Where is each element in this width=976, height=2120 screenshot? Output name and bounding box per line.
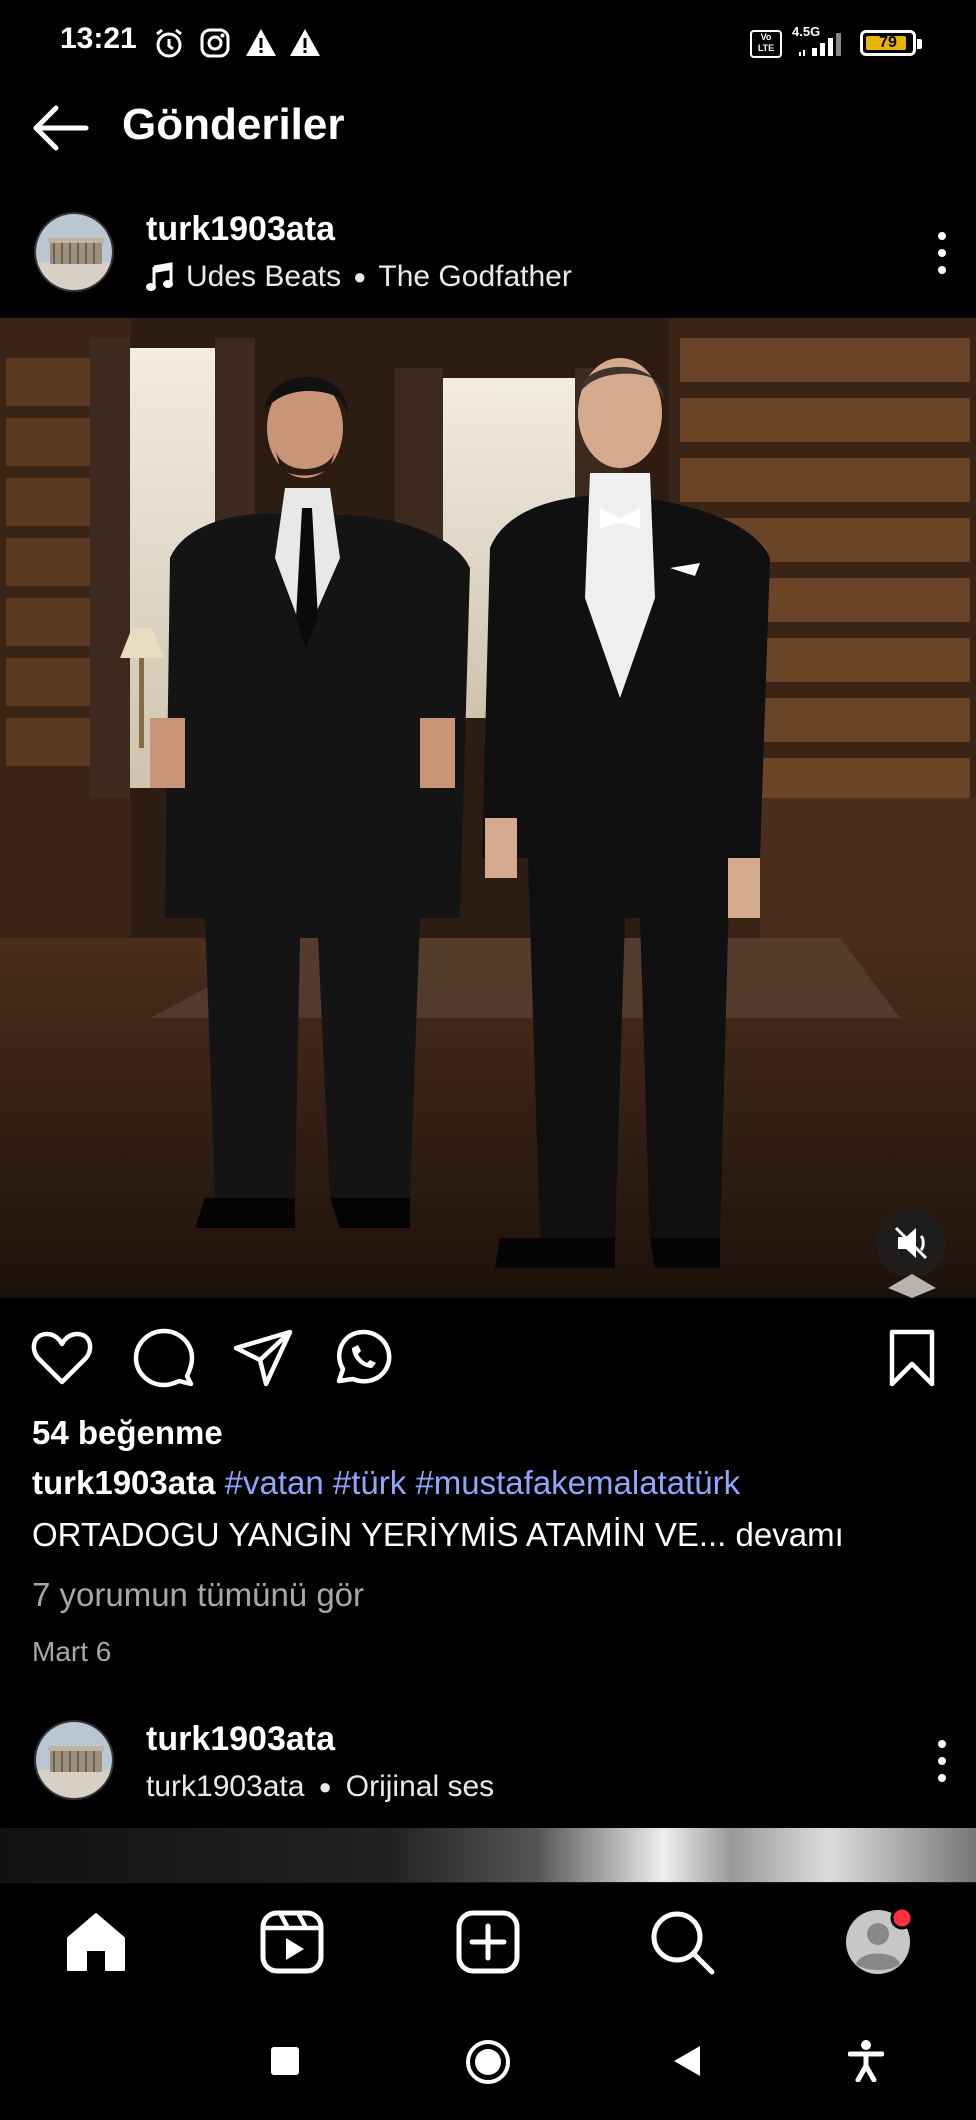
- more-options-icon[interactable]: [934, 228, 950, 278]
- post-music-info[interactable]: Udes Beats ● The Godfather: [146, 260, 572, 294]
- separator-dot: ●: [353, 264, 367, 289]
- next-post-username[interactable]: turk1903ata: [146, 1720, 335, 1759]
- recent-apps-icon[interactable]: [270, 2046, 300, 2076]
- reels-icon[interactable]: [258, 1908, 326, 1976]
- instagram-icon: [200, 28, 230, 58]
- post-image[interactable]: [0, 318, 976, 1298]
- more-options-icon[interactable]: [934, 1736, 950, 1786]
- caption-line: turk1903ata #vatan #türk #mustafakemalat…: [32, 1464, 740, 1502]
- hashtag[interactable]: #vatan: [225, 1464, 324, 1501]
- battery-level: 79: [879, 34, 897, 51]
- volte-badge: Vo LTE: [750, 30, 782, 58]
- comment-icon[interactable]: [132, 1326, 196, 1390]
- post-date: Mart 6: [32, 1636, 112, 1667]
- back-button-icon[interactable]: [672, 2044, 702, 2078]
- page-title: Gönderiler: [122, 100, 345, 149]
- status-time: 13:21: [60, 22, 137, 55]
- like-count[interactable]: 54 beğenme: [32, 1414, 223, 1452]
- create-icon[interactable]: [454, 1908, 522, 1976]
- signal-icon: [799, 33, 841, 56]
- alarm-icon: [156, 28, 182, 58]
- chevron-up-icon: [888, 1274, 936, 1298]
- share-send-icon[interactable]: [232, 1326, 296, 1390]
- music-note-icon: [146, 262, 173, 291]
- home-icon[interactable]: [62, 1908, 130, 1976]
- warning-icon: [290, 29, 320, 56]
- caption-text-line: ORTADOGU YANGİN YERİYMİS ATAMİN VE... de…: [32, 1516, 844, 1554]
- separator-dot: ●: [318, 1774, 332, 1799]
- post-username[interactable]: turk1903ata: [146, 210, 335, 249]
- search-icon[interactable]: [648, 1908, 716, 1976]
- warning-icon: [246, 29, 276, 56]
- whatsapp-icon[interactable]: [330, 1326, 394, 1390]
- hashtag[interactable]: #türk: [333, 1464, 406, 1501]
- avatar[interactable]: [34, 212, 114, 292]
- profile-avatar[interactable]: [844, 1906, 914, 1976]
- more-link[interactable]: devamı: [736, 1516, 844, 1553]
- save-bookmark-icon[interactable]: [880, 1326, 944, 1390]
- caption-username[interactable]: turk1903ata: [32, 1464, 215, 1501]
- audio-title: Orijinal ses: [345, 1770, 495, 1803]
- hashtag[interactable]: #mustafakemalatatürk: [415, 1464, 740, 1501]
- battery-indicator: 79: [860, 30, 922, 56]
- music-artist: Udes Beats: [186, 260, 342, 293]
- audio-user: turk1903ata: [146, 1770, 305, 1803]
- back-arrow-icon[interactable]: [30, 104, 90, 152]
- like-heart-icon[interactable]: [30, 1326, 94, 1390]
- avatar[interactable]: [34, 1720, 114, 1800]
- music-title: The Godfather: [378, 260, 572, 293]
- next-post-image[interactable]: [0, 1828, 976, 1882]
- status-bar: 13:21 Vo LTE 4.5G 79: [0, 0, 976, 86]
- caption-text: ORTADOGU YANGİN YERİYMİS ATAMİN VE...: [32, 1516, 727, 1553]
- view-comments-link[interactable]: 7 yorumun tümünü gör: [32, 1576, 364, 1614]
- next-post-audio-info[interactable]: turk1903ata ● Orijinal ses: [146, 1770, 494, 1804]
- home-button-icon[interactable]: [464, 2038, 512, 2086]
- accessibility-icon[interactable]: [848, 2040, 884, 2082]
